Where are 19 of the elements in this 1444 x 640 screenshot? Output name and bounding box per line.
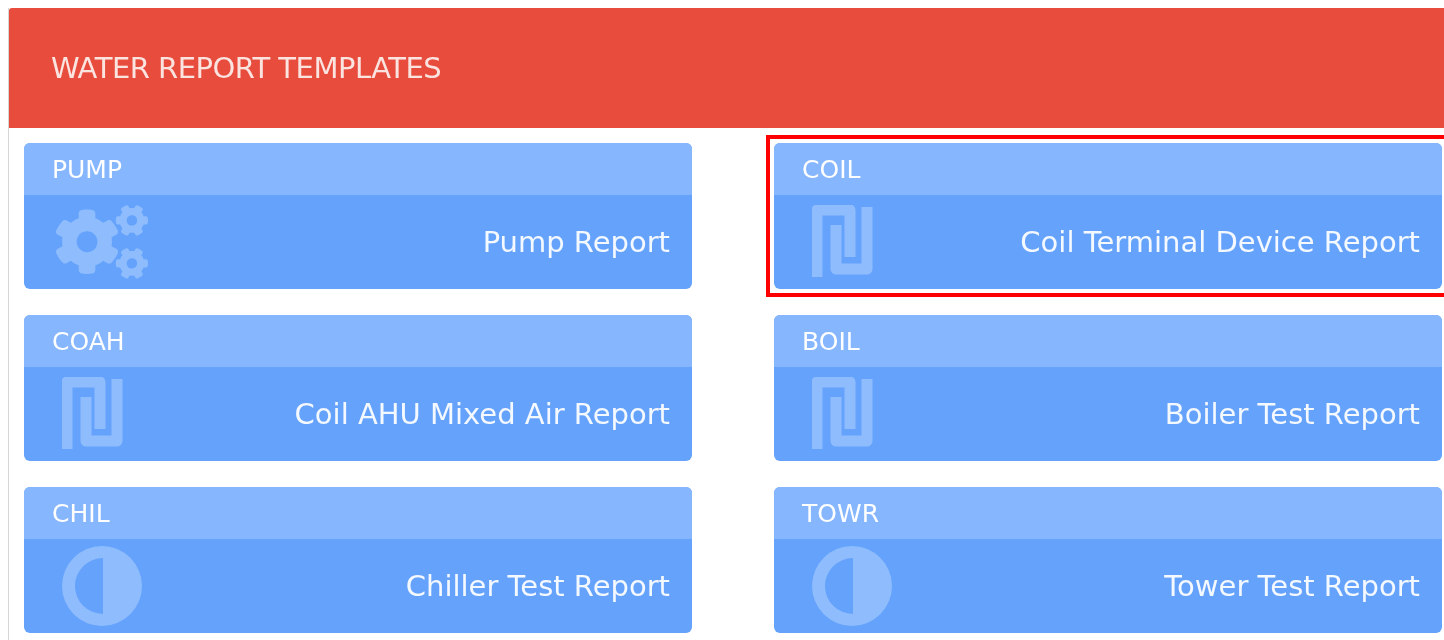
template-name: Tower Test Report bbox=[1164, 569, 1420, 603]
template-tile[interactable]: CHIL Chiller Test Report bbox=[24, 487, 692, 633]
template-tile[interactable]: COAH Coil AHU Mixed Air Report bbox=[24, 315, 692, 461]
panel-title: WATER REPORT TEMPLATES bbox=[51, 51, 442, 85]
template-code: PUMP bbox=[52, 154, 123, 184]
template-tile[interactable]: PUMP Pump Report bbox=[24, 143, 692, 289]
template-code: COAH bbox=[52, 326, 125, 356]
template-name: Coil AHU Mixed Air Report bbox=[294, 397, 670, 431]
template-tile[interactable]: TOWR Tower Test Report bbox=[774, 487, 1442, 633]
template-tile[interactable]: BOIL Boiler Test Report bbox=[774, 315, 1442, 461]
template-name: Boiler Test Report bbox=[1164, 397, 1420, 431]
template-code: BOIL bbox=[802, 326, 860, 356]
template-code: TOWR bbox=[802, 498, 880, 528]
template-name: Chiller Test Report bbox=[405, 569, 670, 603]
template-name: Coil Terminal Device Report bbox=[1020, 225, 1420, 259]
template-code: CHIL bbox=[52, 498, 110, 528]
template-code: COIL bbox=[802, 154, 861, 184]
template-tile[interactable]: COIL Coil Terminal Device Report bbox=[774, 143, 1442, 289]
template-name: Pump Report bbox=[482, 225, 670, 259]
